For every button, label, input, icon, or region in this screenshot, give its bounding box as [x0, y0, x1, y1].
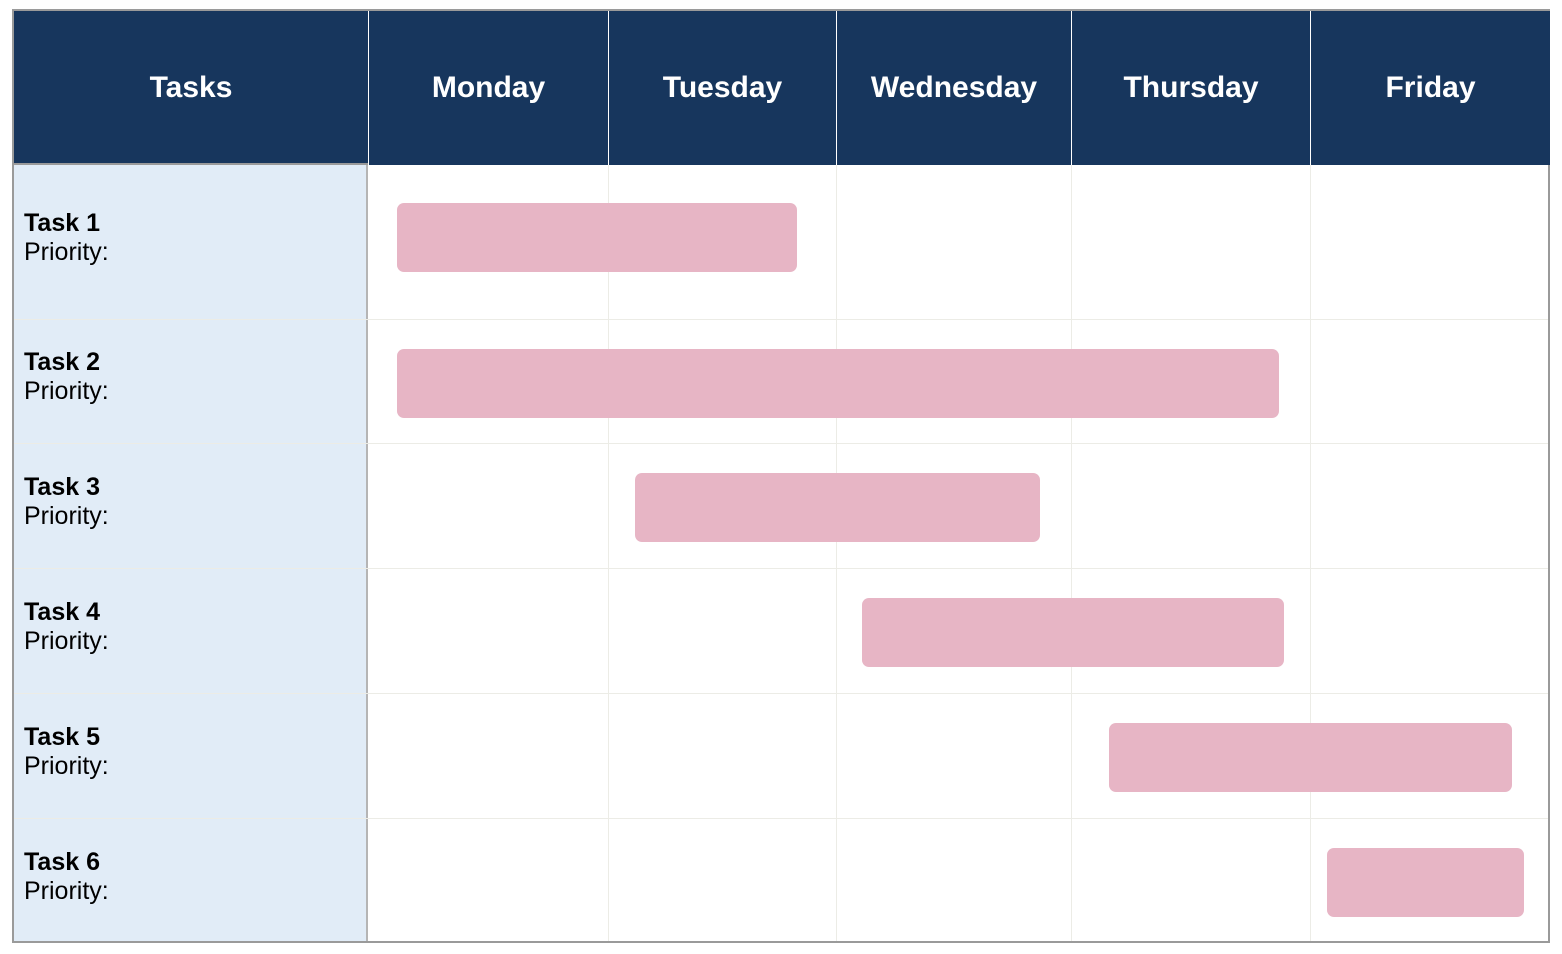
task-priority-label: Priority: — [24, 501, 109, 530]
grid-hline — [14, 319, 1548, 320]
header-day-monday: Monday — [368, 11, 608, 165]
task-priority-label: Priority: — [24, 876, 109, 905]
grid-hline — [14, 818, 1548, 819]
task-bar[interactable] — [1326, 848, 1524, 917]
grid-vline — [1071, 165, 1072, 941]
header-day-wednesday: Wednesday — [836, 11, 1071, 165]
task-priority-label: Priority: — [24, 377, 109, 405]
header-day-thursday: Thursday — [1071, 11, 1310, 165]
grid-vline — [608, 165, 609, 941]
task-name: Task 1 — [24, 209, 100, 237]
task-bar[interactable] — [396, 203, 798, 272]
task-priority-label: Priority: — [24, 751, 109, 780]
task-bar[interactable] — [396, 348, 1279, 418]
task-name: Task 6 — [24, 847, 100, 876]
task-label: Task 3 Priority: — [24, 473, 109, 531]
task-priority-label: Priority: — [24, 238, 109, 266]
header-day-friday: Friday — [1310, 11, 1550, 165]
task-name: Task 3 — [24, 472, 100, 501]
task-name: Task 4 — [24, 597, 100, 626]
task-bar[interactable] — [635, 473, 1041, 542]
grid-hline — [14, 568, 1548, 569]
task-label: Task 2 Priority: — [24, 348, 109, 406]
task-name: Task 5 — [24, 722, 100, 751]
task-name: Task 2 — [24, 348, 100, 376]
task-bar[interactable] — [861, 598, 1284, 667]
grid-vline — [836, 165, 837, 941]
gantt-chart: Tasks Monday Tuesday Wednesday Thursday Frid… — [12, 9, 1550, 943]
task-label: Task 6 Priority: — [24, 848, 109, 906]
grid-hline — [14, 693, 1548, 694]
task-bar[interactable] — [1109, 723, 1512, 792]
header-day-tuesday: Tuesday — [608, 11, 836, 165]
task-column — [14, 165, 368, 941]
header-tasks: Tasks — [14, 11, 368, 165]
task-label: Task 4 Priority: — [24, 598, 109, 656]
task-priority-label: Priority: — [24, 626, 109, 655]
task-label: Task 1 Priority: — [24, 209, 109, 267]
grid-hline — [14, 443, 1548, 444]
task-label: Task 5 Priority: — [24, 723, 109, 781]
grid-vline — [1310, 165, 1311, 941]
